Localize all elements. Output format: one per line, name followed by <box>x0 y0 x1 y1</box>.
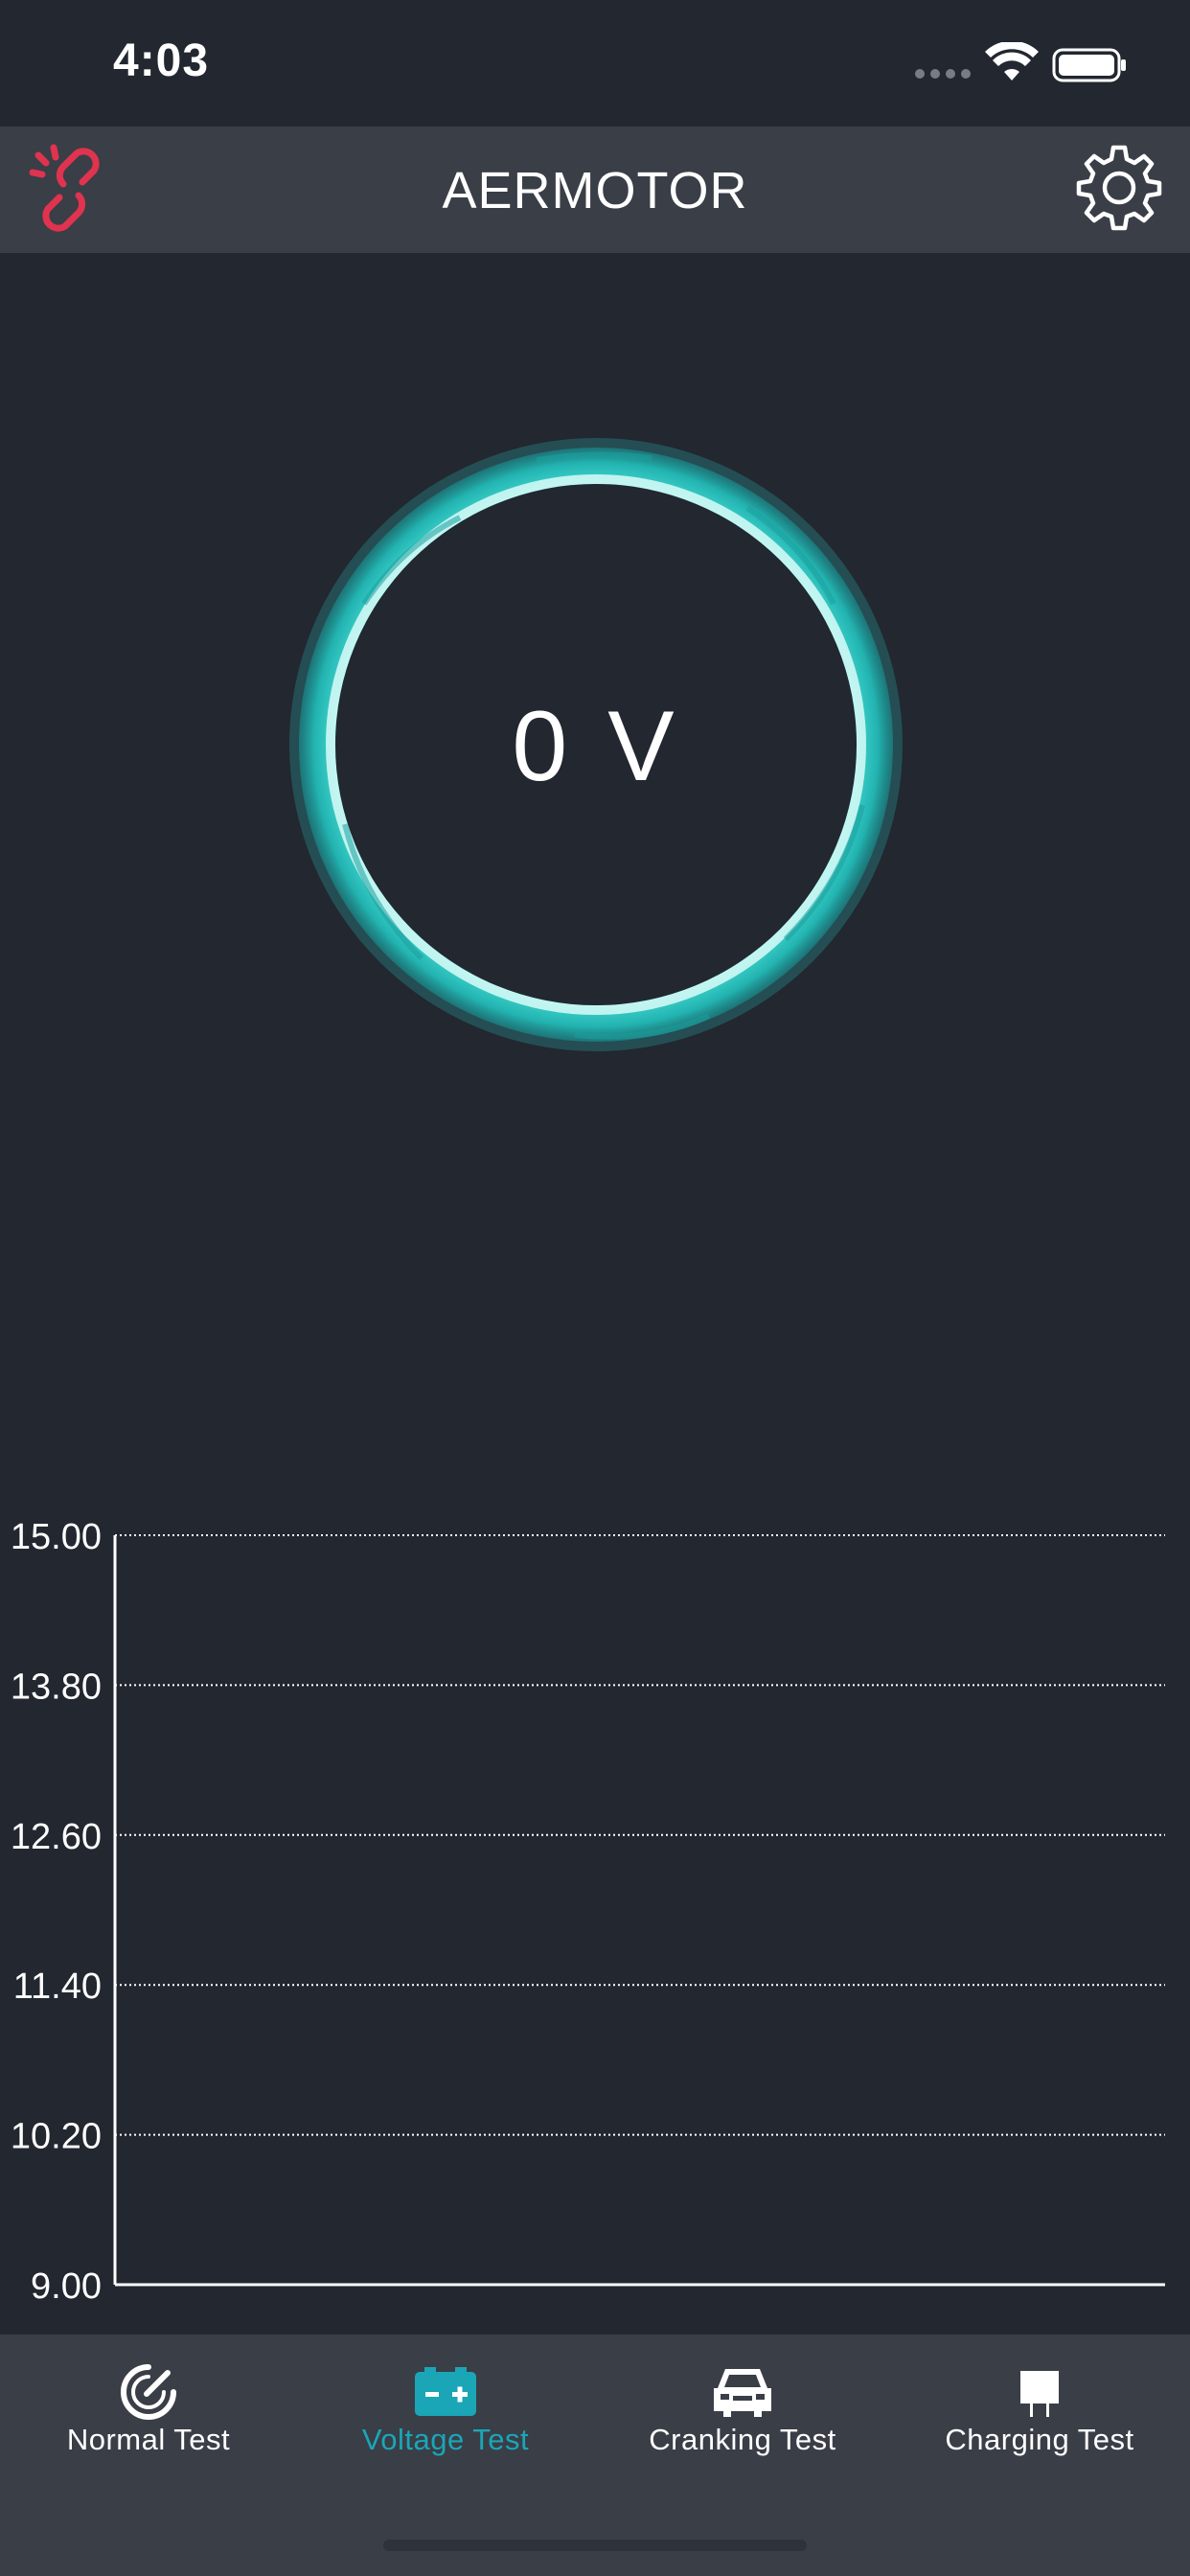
y-tick-label: 15.00 <box>11 1517 102 1557</box>
tab-label-voltage-test: Voltage Test <box>361 2423 530 2456</box>
status-bar: 4:03 <box>0 0 1190 126</box>
cellular-signal-icon <box>915 69 971 79</box>
y-tick-label: 12.60 <box>11 1817 102 1857</box>
battery-status-icon <box>1052 48 1126 82</box>
y-tick-label: 9.00 <box>31 2266 102 2307</box>
charger-icon <box>1020 2371 1059 2417</box>
home-indicator <box>383 2540 807 2551</box>
y-tick-label: 13.80 <box>11 1667 102 1707</box>
tab-voltage-test[interactable]: Voltage Test <box>297 2334 594 2478</box>
tab-charging-test[interactable]: Charging Test <box>891 2334 1188 2478</box>
wifi-icon <box>985 42 1039 80</box>
tab-normal-test[interactable]: Normal Test <box>0 2334 297 2478</box>
voltage-readout: 0V <box>249 690 939 804</box>
status-time: 4:03 <box>113 35 210 86</box>
tab-label-charging-test: Charging Test <box>945 2423 1134 2456</box>
voltage-gauge: 0V <box>249 402 939 1092</box>
app-title: AERMOTOR <box>442 162 748 219</box>
settings-gear-icon[interactable] <box>1071 140 1167 236</box>
tab-label-normal-test: Normal Test <box>66 2423 231 2456</box>
gauge-icon <box>121 2364 176 2420</box>
voltage-chart: 15.00 13.80 12.60 11.40 10.20 9.00 <box>0 1505 1190 2319</box>
voltage-chart-svg: 15.00 13.80 12.60 11.40 10.20 9.00 <box>11 1517 1165 2307</box>
app-header: AERMOTOR <box>0 126 1190 253</box>
voltage-value: 0 <box>512 691 570 802</box>
voltage-unit: V <box>607 691 676 802</box>
battery-icon <box>415 2367 476 2416</box>
car-icon <box>714 2369 771 2417</box>
y-tick-label: 11.40 <box>13 1966 102 2007</box>
tab-bar: Normal Test Voltage Test Cranking Test C… <box>0 2334 1190 2576</box>
tab-label-cranking-test: Cranking Test <box>649 2423 836 2456</box>
tab-cranking-test[interactable]: Cranking Test <box>594 2334 891 2478</box>
y-tick-label: 10.20 <box>11 2117 102 2157</box>
